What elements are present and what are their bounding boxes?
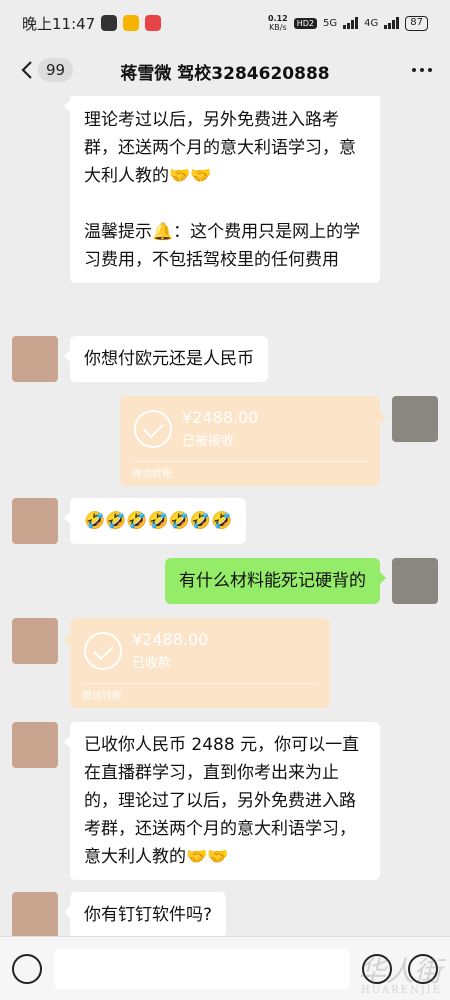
message-list[interactable]: 理论考过以后，另外免费进入路考群，还送两个月的意大利语学习，意大利人教的🤝🤝 温… <box>0 96 450 936</box>
received-message[interactable]: 你想付欧元还是人民币 <box>64 336 268 382</box>
transfer-status: 已收款 <box>132 656 172 671</box>
transfer-amount: ¥2488.00 <box>132 630 209 649</box>
message-text: 有什么材料能死记硬背的 <box>179 571 366 591</box>
message-text: 理论考过以后，另外免费进入路考群，还送两个月的意大利语学习，意大利人教的🤝🤝 <box>84 110 356 186</box>
chat-title: 蒋雪微 驾校3284620888 <box>120 64 330 84</box>
user-avatar[interactable] <box>392 396 438 442</box>
sent-message[interactable]: 有什么材料能死记硬背的 <box>165 558 386 604</box>
divider <box>82 683 318 684</box>
transfer-brand: 微信转账 <box>82 691 122 702</box>
contact-avatar[interactable] <box>12 722 58 768</box>
network-4g-label: 4G <box>364 17 379 29</box>
net-speed: 0.12 KB/s <box>268 14 288 32</box>
contact-avatar[interactable] <box>12 498 58 544</box>
battery-icon: 87 <box>405 15 428 31</box>
more-options-icon[interactable] <box>412 68 432 72</box>
status-time: 晚上11:47 <box>22 14 96 33</box>
divider <box>132 461 368 462</box>
notification-app-icon <box>123 15 140 31</box>
voice-input-icon[interactable] <box>12 954 42 984</box>
transfer-brand: 微信转账 <box>132 469 172 480</box>
message-text: 温馨提示🔔：这个费用只是网上的学习费用，不包括驾校里的任何费用 <box>84 222 361 270</box>
network-5g-label: 5G <box>323 17 338 29</box>
received-message[interactable]: 已收你人民币 2488 元，你可以一直在直播群学习，直到你考出来为止的，理论过了… <box>64 722 380 880</box>
received-message[interactable]: 🤣🤣🤣🤣🤣🤣🤣 <box>63 498 247 544</box>
signal-icon <box>343 17 359 29</box>
message-text: 已收你人民币 2488 元，你可以一直在直播群学习，直到你考出来为止的，理论过了… <box>84 735 360 867</box>
notification-app-icon <box>101 15 118 31</box>
message-text: 你想付欧元还是人民币 <box>84 349 254 369</box>
received-message[interactable]: 你有钉钉软件吗? <box>63 892 227 936</box>
message-input[interactable] <box>54 949 350 989</box>
transfer-amount: ¥2488.00 <box>182 408 259 427</box>
notification-app-icon <box>145 15 162 31</box>
contact-avatar[interactable] <box>12 618 58 664</box>
watermark-logo: 华人街 HUARENJIE <box>357 955 442 996</box>
transfer-check-icon <box>134 410 172 448</box>
input-bar: 华人街 HUARENJIE <box>0 936 450 1000</box>
contact-avatar[interactable] <box>12 892 58 936</box>
status-bar: 晚上11:47 0.12 KB/s HD2 5G 4G 87 <box>0 0 450 46</box>
user-avatar[interactable] <box>392 558 438 604</box>
transfer-status: 已被接收 <box>182 434 235 449</box>
contact-avatar[interactable] <box>12 336 58 382</box>
message-text: 你有钉钉软件吗? <box>84 905 213 925</box>
received-message[interactable]: 理论考过以后，另外免费进入路考群，还送两个月的意大利语学习，意大利人教的🤝🤝 温… <box>64 96 380 283</box>
transfer-check-icon <box>84 632 122 670</box>
hd-badge: HD2 <box>293 17 318 29</box>
transfer-card-received[interactable]: ¥2488.00 已收款 微信转账 <box>64 618 330 708</box>
chat-header: 99 蒋雪微 驾校3284620888 <box>0 46 450 96</box>
message-text: 🤣🤣🤣🤣🤣🤣🤣 <box>84 511 233 531</box>
signal-icon <box>384 17 400 29</box>
transfer-card-sent[interactable]: ¥2488.00 已被接收 微信转账 <box>120 396 386 486</box>
